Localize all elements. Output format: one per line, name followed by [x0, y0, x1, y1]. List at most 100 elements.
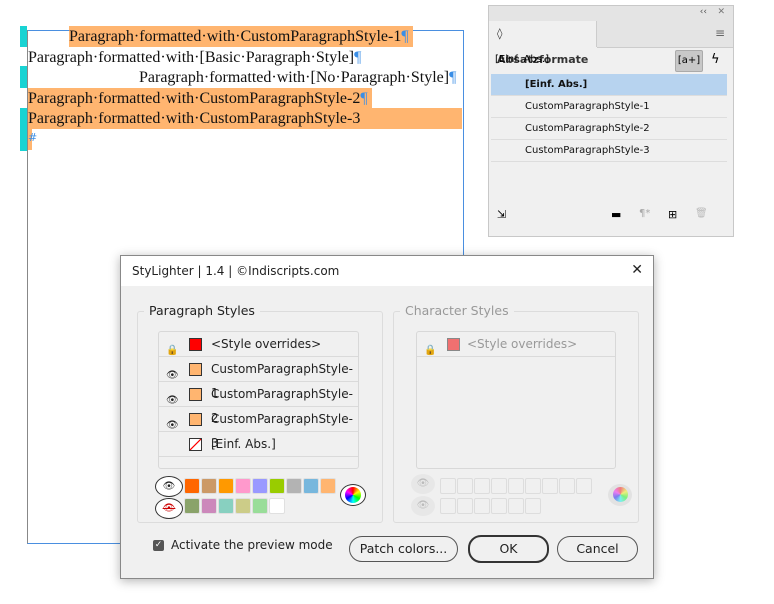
palette-swatch[interactable]: [252, 478, 268, 494]
preview-label: Activate the preview mode: [171, 538, 333, 552]
palette-swatch-disabled: [559, 478, 575, 494]
palette-swatch-disabled: [525, 498, 541, 514]
color-picker-button[interactable]: [340, 484, 366, 506]
char-style-row[interactable]: 🔒 <Style overrides>: [417, 332, 615, 357]
color-swatch[interactable]: [189, 363, 202, 376]
style-label: [Einf. Abs.]: [211, 437, 276, 451]
palette-swatch[interactable]: [269, 478, 285, 494]
palette-swatch-disabled: [457, 498, 473, 514]
style-list-item[interactable]: CustomParagraphStyle-3: [491, 140, 727, 162]
palette-swatch[interactable]: [269, 498, 285, 514]
character-styles-group: Character Styles 🔒 <Style overrides> 👁 👁: [393, 303, 639, 523]
palette-swatch-disabled: [474, 478, 490, 494]
text: Paragraph·formatted·with·CustomParagraph…: [28, 90, 361, 107]
paragraph-4[interactable]: Paragraph·formatted·with·CustomParagraph…: [28, 88, 372, 109]
palette-swatch-disabled: [491, 478, 507, 494]
paragraph-style-row[interactable]: 👁 CustomParagraphStyle-3: [159, 407, 358, 450]
color-swatch[interactable]: [189, 338, 202, 351]
palette-swatch[interactable]: [218, 498, 234, 514]
dialog-title: StyLighter | 1.4 | ©Indiscripts.com: [132, 264, 340, 278]
paragraph-style-row[interactable]: 👁 CustomParagraphStyle-2: [159, 382, 358, 425]
pilcrow: ¶: [401, 28, 409, 45]
folder-icon[interactable]: ▬: [611, 208, 621, 221]
menu-icon[interactable]: ≡: [715, 26, 725, 40]
new-style-icon[interactable]: ⊞: [668, 208, 677, 221]
group-label: Paragraph Styles: [144, 303, 260, 318]
trash-icon[interactable]: 🗑: [695, 208, 708, 219]
stylighter-dialog: StyLighter | 1.4 | ©Indiscripts.com ✕ Pa…: [120, 255, 654, 579]
palette-swatch[interactable]: [201, 498, 217, 514]
hide-all-eye-button[interactable]: 👁: [155, 498, 183, 519]
palette-swatch-disabled: [440, 478, 456, 494]
paragraph-style-row[interactable]: 👁 CustomParagraphStyle-1: [159, 357, 358, 400]
paragraph-styles-panel: ‹‹ ✕ ◊ Absatzformate ≡ [Einf. Abs.] [a+]…: [488, 5, 734, 237]
group-label: Character Styles: [400, 303, 514, 318]
palette-swatch[interactable]: [235, 498, 251, 514]
quick-apply-icon[interactable]: ϟ: [711, 52, 720, 67]
paragraph-1[interactable]: Paragraph·formatted·with·CustomParagraph…: [69, 26, 413, 47]
current-style-label: [Einf. Abs.]: [495, 54, 549, 65]
show-all-eye-button[interactable]: 👁: [155, 476, 183, 497]
ok-button[interactable]: OK: [468, 535, 549, 563]
load-styles-icon[interactable]: ⇲: [497, 208, 506, 221]
sort-icon: ◊: [497, 27, 503, 40]
palette-swatch[interactable]: [201, 478, 217, 494]
end-of-story-mark: #: [28, 131, 38, 144]
paragraph-style-row[interactable]: [Einf. Abs.]: [159, 432, 358, 457]
palette-swatch[interactable]: [235, 478, 251, 494]
palette-swatch-disabled: [525, 478, 541, 494]
palette-swatch-disabled: [440, 498, 456, 514]
style-marker: [20, 26, 27, 47]
pilcrow: ¶: [360, 90, 368, 107]
eye-icon-disabled: 👁: [411, 474, 435, 494]
paragraph-5[interactable]: Paragraph·formatted·with·CustomParagraph…: [28, 108, 462, 129]
panel-header: ‹‹ ✕: [489, 6, 733, 21]
color-wheel-icon: [345, 487, 361, 503]
palette-swatch[interactable]: [286, 478, 302, 494]
close-icon[interactable]: ✕: [717, 7, 725, 17]
paragraph-3[interactable]: Paragraph·formatted·with·[No·Paragraph·S…: [139, 67, 456, 88]
palette-swatch[interactable]: [252, 498, 268, 514]
style-list-item[interactable]: CustomParagraphStyle-2: [491, 118, 727, 140]
color-swatch[interactable]: [189, 388, 202, 401]
palette-swatch[interactable]: [184, 478, 200, 494]
no-color-swatch: [189, 438, 202, 451]
text: Paragraph·formatted·with·CustomParagraph…: [28, 110, 361, 127]
preview-checkbox[interactable]: ✓: [153, 540, 164, 551]
style-label: <Style overrides>: [467, 337, 578, 351]
character-style-list: 🔒 <Style overrides>: [416, 331, 616, 469]
palette-swatch[interactable]: [303, 478, 319, 494]
palette-swatch-disabled: [491, 498, 507, 514]
tab-bar: ≡: [597, 21, 733, 48]
palette-swatch[interactable]: [184, 498, 200, 514]
palette-swatch[interactable]: [218, 478, 234, 494]
tab-absatzformate[interactable]: ◊ Absatzformate: [489, 21, 597, 66]
create-style-button[interactable]: [a+]: [675, 50, 703, 72]
style-marker: [20, 66, 27, 88]
palette-swatch-disabled: [508, 498, 524, 514]
hide-eye-icon-disabled: 👁: [411, 496, 435, 516]
text: Paragraph·formatted·with·[No·Paragraph·S…: [139, 69, 450, 86]
collapse-icon[interactable]: ‹‹: [700, 7, 707, 17]
color-wheel-icon: [612, 487, 628, 502]
style-list-item[interactable]: CustomParagraphStyle-1: [491, 96, 727, 118]
style-list-item[interactable]: [Einf. Abs.]: [491, 74, 727, 96]
palette-swatch-disabled: [508, 478, 524, 494]
clear-overrides-icon[interactable]: ¶*: [639, 208, 650, 219]
palette-swatch-disabled: [542, 478, 558, 494]
style-marker: [20, 108, 27, 151]
paragraph-style-list: 🔒 <Style overrides> 👁 CustomParagraphStyle-…: [158, 331, 359, 469]
close-icon[interactable]: ✕: [631, 262, 643, 278]
patch-colors-button[interactable]: Patch colors...: [349, 536, 458, 562]
palette-swatch-disabled: [576, 478, 592, 494]
palette-swatch[interactable]: [320, 478, 336, 494]
style-label: <Style overrides>: [211, 337, 322, 351]
palette-swatch-disabled: [474, 498, 490, 514]
pilcrow: ¶: [354, 49, 362, 66]
paragraph-style-row[interactable]: 🔒 <Style overrides>: [159, 332, 358, 357]
color-swatch[interactable]: [189, 413, 202, 426]
text: Paragraph·formatted·with·CustomParagraph…: [69, 28, 402, 45]
paragraph-2[interactable]: Paragraph·formatted·with·[Basic·Paragrap…: [28, 47, 361, 68]
paragraph-styles-group: Paragraph Styles 🔒 <Style overrides> 👁 Cust…: [137, 303, 383, 523]
cancel-button[interactable]: Cancel: [557, 536, 638, 562]
